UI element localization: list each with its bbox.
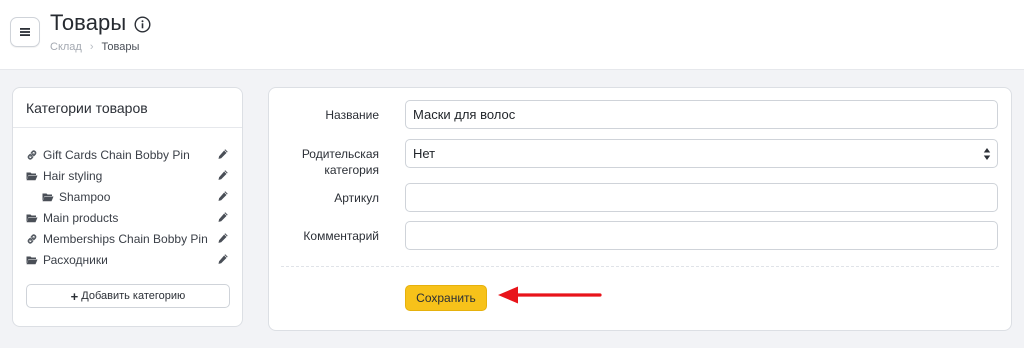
pencil-icon[interactable] — [217, 253, 229, 265]
categories-panel: Категории товаров Gift Cards Chain Bobby… — [12, 87, 243, 327]
parent-category-label-line1: Родительская — [301, 147, 379, 161]
category-item-gift-cards[interactable]: Gift Cards Chain Bobby Pin — [13, 144, 242, 165]
category-label: Shampoo — [59, 189, 111, 204]
pencil-icon[interactable] — [217, 232, 229, 244]
link-icon — [26, 149, 38, 161]
folder-open-icon — [26, 212, 38, 224]
pencil-icon[interactable] — [217, 211, 229, 223]
category-item-shampoo[interactable]: Shampoo — [13, 186, 242, 207]
pencil-icon[interactable] — [217, 190, 229, 202]
name-input[interactable]: Маски для волос — [405, 100, 998, 129]
category-label: Memberships Chain Bobby Pin — [43, 231, 208, 246]
folder-open-icon — [26, 254, 38, 266]
category-item-hair-styling[interactable]: Hair styling — [13, 165, 242, 186]
category-label: Main products — [43, 210, 119, 225]
sku-input[interactable] — [405, 183, 998, 212]
categories-title: Категории товаров — [13, 88, 242, 128]
category-tree: Gift Cards Chain Bobby Pin Hair styling … — [13, 128, 242, 270]
comment-label: Комментарий — [303, 229, 379, 243]
parent-category-label-line2: категория — [324, 163, 379, 177]
page-title: Товары — [50, 10, 127, 35]
folder-open-icon — [42, 191, 54, 203]
parent-category-select[interactable]: Нет — [405, 139, 998, 168]
pencil-icon[interactable] — [217, 169, 229, 181]
add-category-button[interactable]: + Добавить категорию — [26, 284, 230, 308]
add-category-label: Добавить категорию — [81, 290, 186, 302]
category-item-consumables[interactable]: Расходники — [13, 249, 242, 270]
comment-input[interactable] — [405, 221, 998, 250]
category-item-memberships[interactable]: Memberships Chain Bobby Pin — [13, 228, 242, 249]
folder-open-icon — [26, 170, 38, 182]
category-form-panel: Название Маски для волос Родительская ка… — [268, 87, 1012, 331]
chevron-right-icon: › — [89, 41, 94, 53]
plus-icon: + — [70, 288, 79, 304]
annotation-arrow-icon — [498, 286, 602, 304]
sku-label: Артикул — [334, 191, 379, 205]
select-arrows-icon — [983, 148, 991, 160]
parent-category-label: Родительская категория — [302, 146, 379, 178]
top-bar: Товары Склад › Товары — [0, 0, 1024, 70]
info-icon[interactable] — [134, 16, 151, 33]
name-label: Название — [325, 108, 379, 122]
form-divider — [281, 266, 999, 267]
breadcrumb: Склад › Товары — [50, 41, 139, 53]
link-icon — [26, 233, 38, 245]
category-label: Расходники — [43, 252, 108, 267]
save-button[interactable]: Сохранить — [405, 285, 487, 311]
breadcrumb-current: Товары — [101, 41, 140, 53]
category-label: Gift Cards Chain Bobby Pin — [43, 147, 190, 162]
category-label: Hair styling — [43, 168, 103, 183]
breadcrumb-link-warehouse[interactable]: Склад — [50, 41, 82, 53]
menu-toggle-button[interactable] — [10, 17, 40, 47]
hamburger-icon — [20, 28, 30, 36]
category-item-main-products[interactable]: Main products — [13, 207, 242, 228]
parent-category-value: Нет — [413, 146, 436, 161]
pencil-icon[interactable] — [217, 148, 229, 160]
